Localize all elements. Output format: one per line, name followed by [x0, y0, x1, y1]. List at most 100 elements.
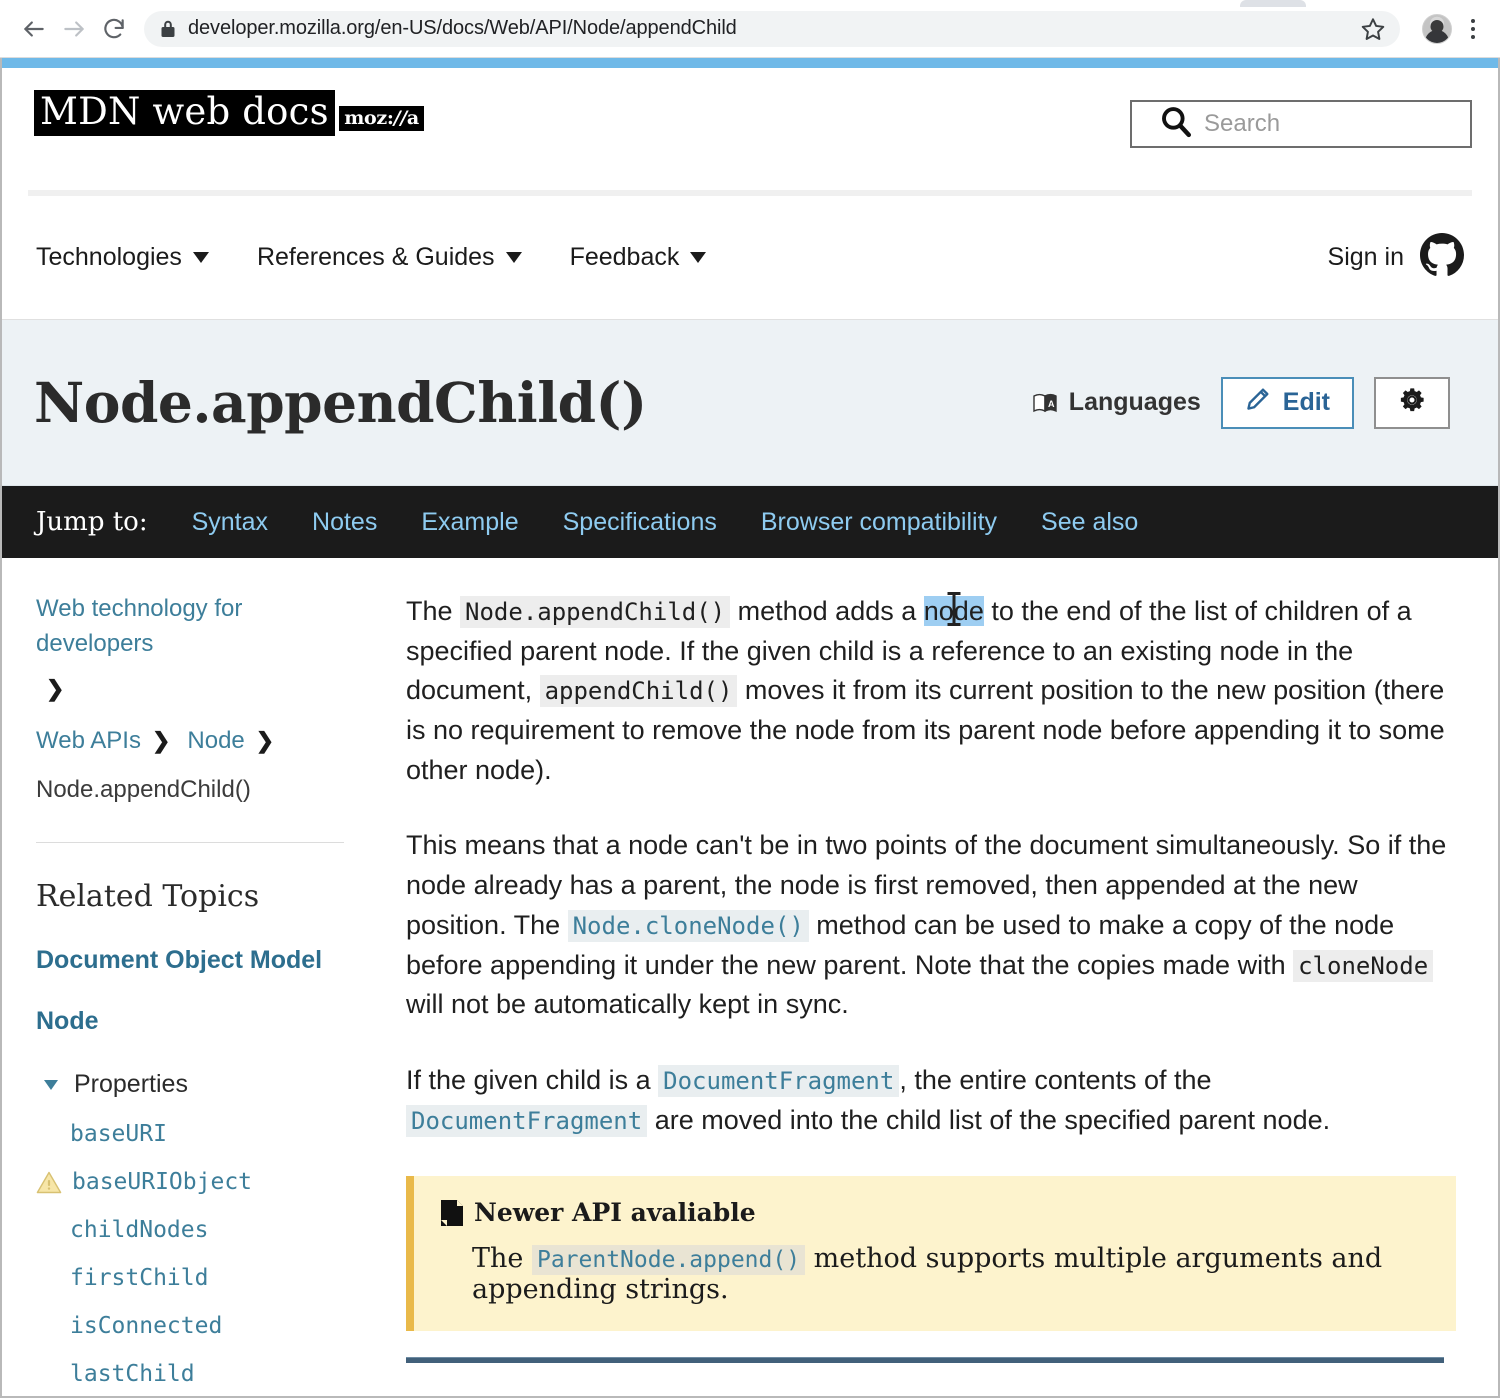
nav-item-label: Feedback — [569, 243, 680, 271]
svg-text:A: A — [1048, 399, 1055, 409]
mdn-logo-title: MDN web docs — [34, 90, 335, 136]
page-title: Node.appendChild() — [34, 370, 647, 435]
code-link-documentfragment-2[interactable]: DocumentFragment — [406, 1104, 648, 1137]
p1-text-b: method adds a — [730, 596, 924, 626]
page-content: Web technology for developers ❯ Web APIs… — [2, 558, 1498, 1387]
code-link-node-clonenode[interactable]: Node.cloneNode() — [567, 909, 809, 942]
p3-text-a: If the given child is a — [406, 1064, 659, 1095]
mozilla-logo-slash: // — [393, 107, 408, 129]
search-input[interactable]: Search — [1130, 100, 1472, 148]
sidebar-item-label: baseURI — [70, 1121, 167, 1148]
languages-label: Languages — [1068, 388, 1201, 416]
breadcrumb-web-technology[interactable]: Web technology for developers — [36, 592, 344, 662]
jump-to-label: Jump to: — [36, 507, 148, 537]
note-text-a: The — [472, 1243, 532, 1275]
sidebar-item-lastchild[interactable]: lastChild — [36, 1361, 344, 1387]
page-header: Node.appendChild() A Languages Edit — [2, 320, 1498, 486]
p3-text-b: , the entire contents of the — [899, 1064, 1212, 1095]
sign-in-link[interactable]: Sign in — [1328, 243, 1404, 272]
sidebar-divider — [36, 842, 344, 844]
selected-text-node[interactable]: node — [923, 592, 984, 626]
search-placeholder: Search — [1204, 110, 1281, 137]
gear-icon — [1397, 385, 1427, 420]
sidebar-item-label: lastChild — [70, 1361, 195, 1388]
sidebar-group-properties[interactable]: Properties — [36, 1070, 344, 1099]
url-text: developer.mozilla.org/en-US/docs/Web/API… — [188, 17, 737, 39]
mdn-logo[interactable]: MDN web docs moz://a — [28, 90, 424, 136]
warning-icon — [36, 1171, 62, 1194]
jump-to-bar: Jump to: Syntax Notes Example Specificat… — [2, 486, 1498, 558]
sidebar-item-label: baseURIObject — [72, 1169, 253, 1196]
chevron-right-icon: ❯ — [46, 675, 65, 701]
nav-item-feedback[interactable]: Feedback — [570, 243, 707, 272]
sidebar-item-label: childNodes — [70, 1217, 209, 1244]
forward-button[interactable] — [54, 9, 94, 49]
nav-item-references-guides[interactable]: References & Guides — [257, 243, 522, 272]
mozilla-logo-pre: moz: — [344, 107, 394, 129]
jump-link-specifications[interactable]: Specifications — [563, 508, 717, 537]
browser-menu-button[interactable] — [1460, 11, 1486, 47]
sidebar-item-firstchild[interactable]: firstChild — [36, 1265, 344, 1291]
chevron-down-icon — [192, 252, 209, 263]
note-title: Newer API avaliable — [474, 1198, 756, 1228]
nav-item-label: Technologies — [36, 243, 182, 271]
related-link-document-object-model[interactable]: Document Object Model — [36, 946, 344, 975]
code-clonenode: cloneNode — [1293, 949, 1434, 982]
top-accent-bar — [2, 58, 1498, 68]
breadcrumb-node[interactable]: Node — [187, 724, 244, 759]
p1-text-a: The — [406, 596, 461, 626]
browser-chrome: developer.mozilla.org/en-US/docs/Web/API… — [0, 0, 1500, 58]
related-link-node[interactable]: Node — [36, 1007, 344, 1036]
text-cursor-icon — [947, 592, 961, 626]
section-divider — [406, 1357, 1444, 1364]
reload-button[interactable] — [94, 9, 134, 49]
nav-item-label: References & Guides — [256, 243, 495, 271]
edit-button[interactable]: Edit — [1220, 376, 1354, 429]
sidebar-item-baseuri[interactable]: baseURI — [36, 1121, 344, 1147]
jump-link-browser-compatibility[interactable]: Browser compatibility — [761, 508, 997, 537]
related-topics-heading: Related Topics — [36, 879, 260, 915]
sidebar-item-isconnected[interactable]: isConnected — [36, 1313, 344, 1339]
nav-item-technologies[interactable]: Technologies — [36, 243, 209, 272]
profile-avatar[interactable] — [1422, 13, 1452, 44]
code-appendchild: appendChild() — [539, 675, 738, 708]
code-link-parentnode-append[interactable]: ParentNode.append() — [531, 1245, 806, 1276]
code-link-documentfragment-1[interactable]: DocumentFragment — [658, 1064, 900, 1097]
mozilla-logo: moz://a — [339, 106, 424, 131]
chevron-down-icon — [505, 252, 522, 263]
p2-text-c: will not be automatically kept in sync. — [406, 989, 849, 1020]
languages-button[interactable]: A Languages — [1033, 388, 1201, 417]
jump-link-notes[interactable]: Notes — [312, 508, 377, 537]
article-body: The Node.appendChild() method adds a nod… — [374, 592, 1498, 1368]
chevron-down-icon — [690, 252, 707, 263]
browser-tab-stub[interactable] — [1240, 0, 1306, 7]
back-button[interactable] — [14, 9, 54, 49]
note-box-newer-api: Newer API avaliable The ParentNode.appen… — [406, 1176, 1456, 1332]
sidebar-item-label: isConnected — [70, 1313, 223, 1340]
chevron-right-icon: ❯ — [255, 727, 275, 753]
edit-label: Edit — [1282, 388, 1330, 416]
main-navigation: Technologies References & Guides Feedbac… — [2, 196, 1498, 320]
breadcrumb-web-apis[interactable]: Web APIs — [36, 724, 141, 759]
note-text: The ParentNode.append() method supports … — [440, 1243, 1430, 1305]
breadcrumb: Web APIs ❯ Node ❯ — [36, 724, 344, 759]
address-bar[interactable]: developer.mozilla.org/en-US/docs/Web/API… — [144, 10, 1400, 47]
site-masthead: MDN web docs moz://a Search — [2, 68, 1498, 190]
mozilla-logo-post: a — [406, 107, 419, 129]
search-icon — [1158, 104, 1194, 145]
jump-link-syntax[interactable]: Syntax — [192, 508, 268, 537]
sidebar-item-childnodes[interactable]: childNodes — [36, 1217, 344, 1243]
lock-icon — [160, 19, 176, 39]
page-viewport: MDN web docs moz://a Search Technologies… — [0, 58, 1500, 1398]
chevron-right-icon: ❯ — [151, 727, 171, 753]
pencil-icon — [1245, 386, 1271, 419]
paragraph-2: This means that a node can't be in two p… — [406, 826, 1458, 1024]
jump-link-see-also[interactable]: See also — [1041, 508, 1138, 537]
github-icon[interactable] — [1420, 233, 1464, 282]
triangle-down-icon — [44, 1079, 58, 1090]
jump-link-example[interactable]: Example — [421, 508, 518, 537]
bookmark-star-icon[interactable] — [1352, 16, 1386, 42]
settings-button[interactable] — [1374, 376, 1450, 429]
sidebar-item-label: firstChild — [70, 1265, 209, 1292]
sidebar-item-baseuriobject[interactable]: baseURIObject — [36, 1169, 344, 1195]
